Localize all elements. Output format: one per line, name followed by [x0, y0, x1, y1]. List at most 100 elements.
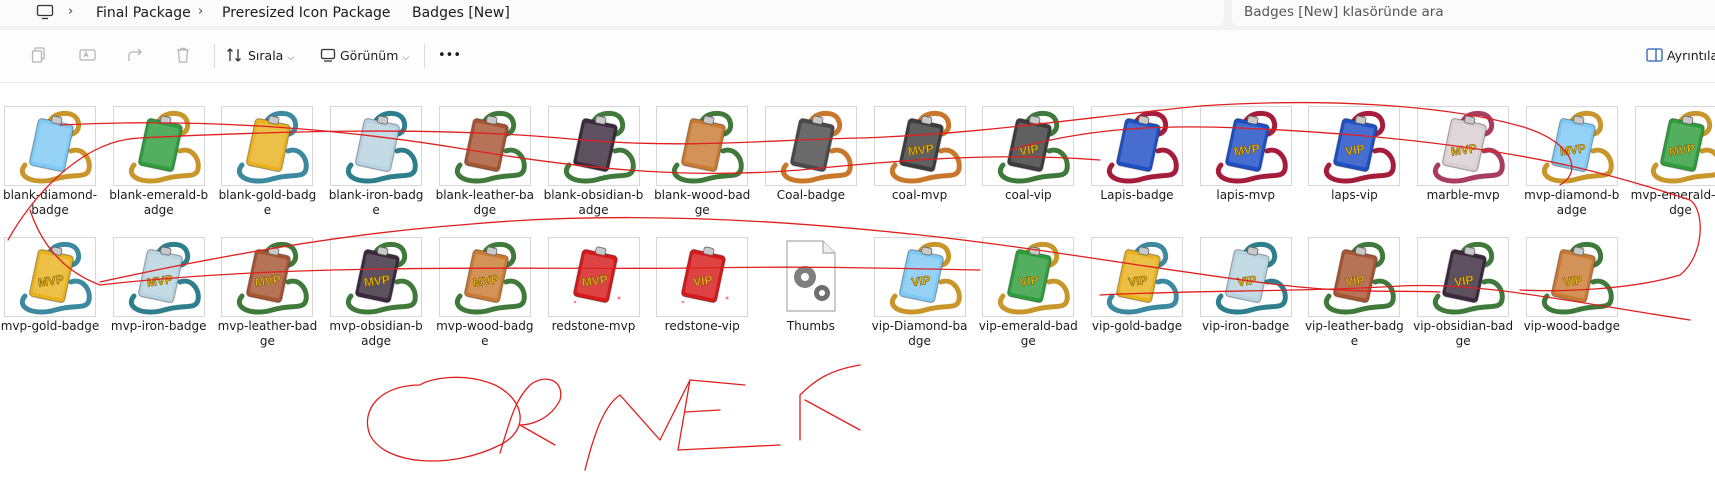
- badge-thumbnail: [547, 106, 640, 186]
- toolbar-separator: [424, 44, 425, 68]
- chevron-right-icon: ›: [198, 4, 204, 19]
- this-pc-icon[interactable]: [36, 4, 54, 24]
- share-icon[interactable]: [126, 46, 148, 66]
- badge-thumbnail: MVP: [221, 237, 314, 317]
- file-name-label: blank-emerald-badge: [109, 188, 209, 217]
- badge-thumbnail: MVP: [112, 237, 205, 317]
- badge-thumbnail: VIP: [1308, 237, 1401, 317]
- file-name-label: mvp-emerald-badge: [1630, 188, 1715, 217]
- file-name-label: vip-wood-badge: [1523, 319, 1620, 333]
- badge-thumbnail: VIP: [1308, 106, 1401, 186]
- settings-file-icon: [764, 237, 855, 315]
- details-button[interactable]: Ayrıntılar: [1646, 44, 1715, 68]
- file-name-label: Coal-badge: [776, 188, 846, 202]
- svg-text:VIP: VIP: [1562, 273, 1583, 290]
- badge-thumbnail: VIP: [1199, 237, 1292, 317]
- annotation-letter-o: [366, 376, 521, 462]
- file-name-label: lapis-mvp: [1216, 188, 1275, 202]
- view-icon: [320, 48, 336, 62]
- file-name-label: vip-obsidian-badge: [1413, 319, 1514, 348]
- svg-text:VIP: VIP: [1019, 142, 1040, 159]
- badge-thumbnail: MVP: [4, 237, 96, 317]
- badge-thumbnail: MVP: [1634, 106, 1715, 186]
- sort-button[interactable]: Sırala ⌵: [226, 44, 294, 68]
- sort-icon: [227, 48, 241, 62]
- title-bar: › Final Package › Preresized Icon Packag…: [0, 0, 1715, 30]
- badge-thumbnail: MVP: [330, 237, 423, 317]
- svg-text:VIP: VIP: [1345, 273, 1366, 290]
- search-input[interactable]: Badges [New] klasöründe ara: [1232, 0, 1715, 26]
- file-name-label: coal-mvp: [891, 188, 948, 202]
- breadcrumb-item-final-package[interactable]: Final Package: [96, 4, 191, 22]
- badge-thumbnail: VIP: [1091, 237, 1183, 317]
- copy-icon[interactable]: [30, 46, 52, 66]
- file-name-label: vip-leather-badge: [1304, 319, 1404, 348]
- chevron-right-icon: ›: [385, 4, 391, 19]
- badge-thumbnail: MVP: [1417, 106, 1510, 186]
- more-options-button[interactable]: •••: [438, 44, 461, 68]
- delete-icon[interactable]: [174, 46, 196, 66]
- badge-thumbnail: MVP: [1199, 106, 1292, 186]
- file-name-label: blank-iron-badge: [328, 188, 424, 217]
- file-name-label: mvp-diamond-badge: [1524, 188, 1620, 217]
- rename-icon[interactable]: [78, 46, 100, 66]
- badge-thumbnail: [221, 106, 314, 186]
- badge-thumbnail: [656, 106, 749, 186]
- badge-thumbnail: [330, 106, 423, 186]
- search-placeholder: Badges [New] klasöründe ara: [1244, 4, 1444, 20]
- file-name-label: mvp-leather-badge: [217, 319, 318, 348]
- view-label: Görünüm: [339, 48, 399, 63]
- file-name-label: vip-iron-badge: [1202, 319, 1290, 333]
- file-name-label: mvp-obsidian-badge: [329, 319, 423, 348]
- badge-thumbnail: [438, 106, 531, 186]
- annotation-letter-r: [499, 378, 562, 454]
- badge-thumbnail: VIP: [982, 106, 1075, 186]
- chevron-down-icon: ⌵: [287, 53, 295, 63]
- chevron-right-icon: ›: [68, 4, 74, 19]
- file-name-label: vip-gold-badge: [1091, 319, 1183, 333]
- command-bar: Sırala ⌵ Görünüm ⌵ ••• Ayrıntılar: [0, 30, 1715, 83]
- file-name-label: mvp-wood-badge: [436, 319, 534, 348]
- svg-text:VIP: VIP: [1453, 273, 1474, 290]
- file-name-label: vip-emerald-badge: [978, 319, 1078, 348]
- annotation-letter-n: [584, 379, 691, 471]
- svg-text:VIP: VIP: [1127, 273, 1148, 290]
- file-name-label: redstone-mvp: [551, 319, 636, 333]
- details-pane-icon: [1646, 48, 1663, 62]
- badge-thumbnail: [112, 106, 205, 186]
- svg-text:VIP: VIP: [1345, 142, 1366, 159]
- badge-thumbnail: MVP: [873, 106, 966, 186]
- badge-thumbnail: VIP: [982, 237, 1075, 317]
- badge-thumbnail: [1091, 106, 1183, 186]
- breadcrumb-item-badges-new[interactable]: Badges [New]: [412, 4, 510, 22]
- sort-label: Sırala: [247, 48, 284, 63]
- file-name-label: mvp-gold-badge: [0, 319, 100, 333]
- file-name-label: blank-obsidian-badge: [543, 188, 644, 217]
- badge-thumbnail: MVP: [438, 237, 531, 317]
- view-button[interactable]: Görünüm ⌵: [320, 44, 409, 68]
- file-name-label: vip-Diamond-badge: [871, 319, 968, 348]
- file-name-label: blank-diamond-badge: [2, 188, 98, 217]
- file-name-label: blank-gold-badge: [218, 188, 317, 217]
- svg-text:VIP: VIP: [1236, 273, 1257, 290]
- file-name-label: mvp-iron-badge: [110, 319, 207, 333]
- file-name-label: redstone-vip: [664, 319, 740, 333]
- breadcrumb-item-preresized-icon-package[interactable]: Preresized Icon Package: [222, 4, 391, 22]
- svg-text:VIP: VIP: [1019, 273, 1040, 290]
- details-label: Ayrıntılar: [1666, 48, 1715, 63]
- address-bar[interactable]: › Final Package › Preresized Icon Packag…: [0, 0, 1224, 26]
- badge-thumbnail: VIP: [1525, 237, 1618, 317]
- badge-thumbnail: MVP: [1525, 106, 1618, 186]
- svg-text:VIP: VIP: [692, 273, 713, 290]
- badge-thumbnail: [4, 106, 96, 186]
- toolbar-separator: [214, 44, 215, 68]
- file-name-label: coal-vip: [1004, 188, 1052, 202]
- annotation-letter-e: [677, 379, 781, 451]
- badge-thumbnail: VIP: [873, 237, 966, 317]
- file-name-label: blank-leather-badge: [435, 188, 534, 217]
- chevron-down-icon: ⌵: [402, 53, 410, 63]
- badge-thumbnail: VIP: [1417, 237, 1510, 317]
- annotation-letter-k: [799, 364, 861, 441]
- file-name-label: laps-vip: [1331, 188, 1378, 202]
- svg-text:VIP: VIP: [910, 273, 931, 290]
